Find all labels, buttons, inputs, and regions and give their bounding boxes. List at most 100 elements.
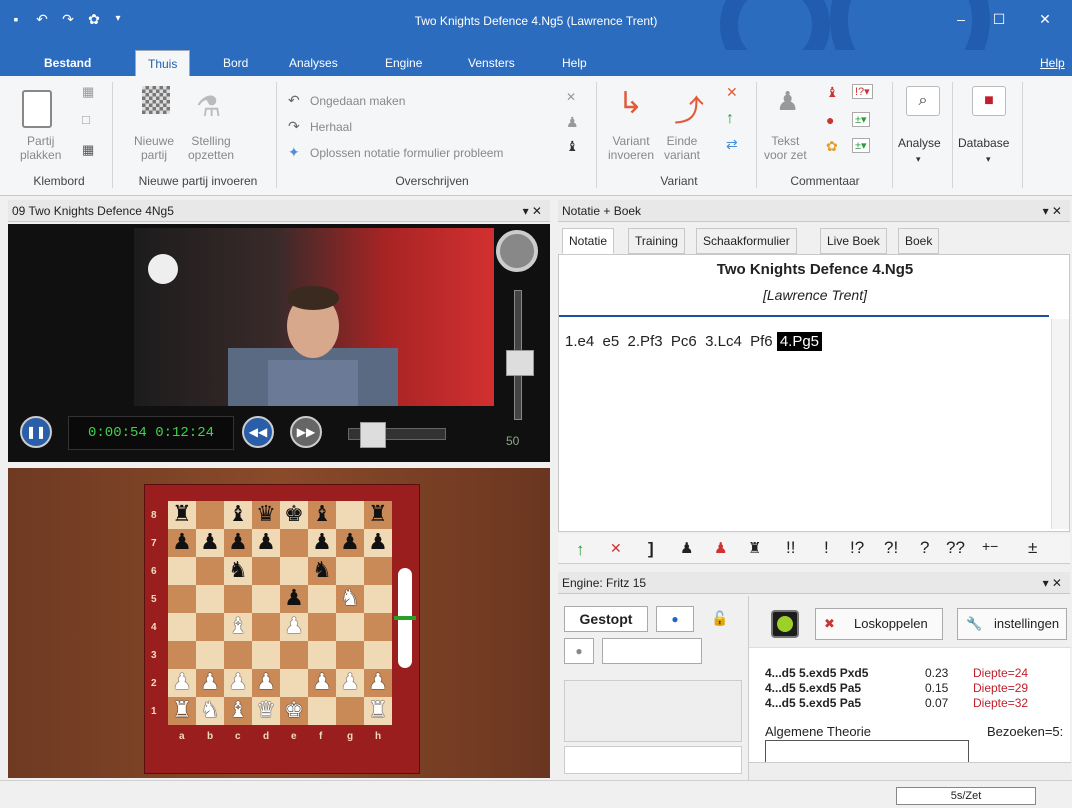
- position-annotation-dropdown[interactable]: ±▾: [852, 112, 870, 127]
- board-square[interactable]: ♝: [308, 501, 336, 529]
- notation-view[interactable]: Two Knights Defence 4.Ng5 [Lawrence Tren…: [558, 254, 1070, 532]
- annotation-mistake[interactable]: ?: [920, 538, 929, 558]
- annotation-dubious[interactable]: ?!: [884, 538, 898, 558]
- board-square[interactable]: ♞: [308, 557, 336, 585]
- undo-button[interactable]: Ongedaan maken: [310, 94, 405, 108]
- board-square[interactable]: ♟: [280, 585, 308, 613]
- piece-icon[interactable]: ♝: [566, 138, 579, 155]
- board-square[interactable]: [308, 697, 336, 725]
- black-pawn-icon[interactable]: ♟: [284, 586, 304, 611]
- black-knight-icon[interactable]: ♞: [228, 558, 248, 583]
- setup-position-icon[interactable]: ⚗: [196, 90, 221, 123]
- menu-bestand[interactable]: Bestand: [44, 56, 91, 70]
- engine-line[interactable]: 4...d5 5.exd5 Pa5 0.15 Diepte=29: [765, 681, 1065, 696]
- variant-insert-icon[interactable]: ↳: [618, 86, 643, 121]
- board-copy-icon[interactable]: ▦: [82, 142, 94, 158]
- black-pawn-icon[interactable]: ♟: [340, 530, 360, 555]
- board-square[interactable]: [196, 641, 224, 669]
- board-square[interactable]: ♟: [196, 529, 224, 557]
- white-pawn-icon[interactable]: ♟: [200, 670, 220, 695]
- current-move[interactable]: 4.Pg5: [776, 332, 823, 351]
- board-square[interactable]: ♟: [336, 669, 364, 697]
- annotation-icon[interactable]: ♝: [826, 84, 839, 101]
- board-square[interactable]: [364, 641, 392, 669]
- tab-boek[interactable]: Boek: [898, 228, 940, 254]
- white-pawn-icon[interactable]: ♟: [312, 670, 332, 695]
- video-player[interactable]: 50 ❚❚ 0:00:54 0:12:24 ◀◀ ▶▶: [8, 224, 550, 462]
- black-pawn-icon[interactable]: ♟: [256, 530, 276, 555]
- seek-thumb[interactable]: [360, 422, 386, 448]
- database-dropdown-icon[interactable]: ▾: [986, 152, 991, 166]
- loskoppelen-button[interactable]: ✖ Loskoppelen: [815, 608, 943, 640]
- board-square[interactable]: [196, 557, 224, 585]
- board-square[interactable]: [168, 585, 196, 613]
- swap-variant-icon[interactable]: ⇄: [726, 136, 738, 153]
- engine-h-scrollbar[interactable]: [749, 762, 1071, 780]
- board-square[interactable]: [336, 557, 364, 585]
- board-square[interactable]: ♝: [224, 697, 252, 725]
- rewind-icon[interactable]: ◀◀: [242, 416, 274, 448]
- board-square[interactable]: ♛: [252, 501, 280, 529]
- engine-line[interactable]: 4...d5 5.exd5 Pa5 0.07 Diepte=32: [765, 696, 1065, 711]
- tab-live-boek[interactable]: Live Boek: [820, 228, 887, 254]
- tekst-voor-zet-button[interactable]: Tekst voor zet: [764, 134, 807, 162]
- analyse-dropdown-icon[interactable]: ▾: [916, 152, 921, 166]
- white-pawn-icon[interactable]: ♟: [172, 670, 192, 695]
- text-before-move-icon[interactable]: ♟: [776, 86, 799, 117]
- board-square[interactable]: ♟: [252, 529, 280, 557]
- black-pawn-icon[interactable]: ♟: [172, 530, 192, 555]
- tab-notatie[interactable]: Notatie: [562, 228, 615, 254]
- board-square[interactable]: [336, 697, 364, 725]
- delete-icon[interactable]: ✕: [610, 540, 622, 557]
- black-pawn-icon[interactable]: ♟: [312, 530, 332, 555]
- board-square[interactable]: [308, 641, 336, 669]
- pause-icon[interactable]: ❚❚: [20, 416, 52, 448]
- black-pawn-icon[interactable]: ♟: [200, 530, 220, 555]
- white-queen-icon[interactable]: ♛: [256, 698, 276, 723]
- maximize-button[interactable]: ☐: [984, 8, 1014, 30]
- board-square[interactable]: [364, 613, 392, 641]
- white-pawn-icon[interactable]: ♟: [284, 614, 304, 639]
- help-link[interactable]: Help: [1040, 56, 1065, 70]
- white-knight-icon[interactable]: ♞: [200, 698, 220, 723]
- white-pawn-icon[interactable]: ♟: [368, 670, 388, 695]
- copy-icon[interactable]: ▦: [82, 84, 94, 100]
- annotation-brilliant[interactable]: !!: [786, 538, 795, 558]
- notation-scrollbar[interactable]: [1051, 319, 1069, 529]
- tab-schaakformulier[interactable]: Schaakformulier: [696, 228, 797, 254]
- board-square[interactable]: [196, 613, 224, 641]
- white-pawn-icon[interactable]: ♟: [340, 670, 360, 695]
- arrow-annotation-icon[interactable]: ●: [826, 112, 834, 128]
- promote-icon[interactable]: ↑: [576, 540, 585, 560]
- board-square[interactable]: [252, 641, 280, 669]
- board-square[interactable]: ♞: [196, 697, 224, 725]
- board-square[interactable]: ♞: [336, 585, 364, 613]
- board-square[interactable]: ♝: [224, 501, 252, 529]
- black-pawn-icon[interactable]: ♟: [368, 530, 388, 555]
- einde-variant-button[interactable]: Einde variant: [664, 134, 700, 162]
- pieces-icon[interactable]: ♜: [748, 539, 761, 557]
- board-square[interactable]: ♜: [168, 697, 196, 725]
- black-bishop-icon[interactable]: ♝: [228, 502, 248, 527]
- board-square[interactable]: ♛: [252, 697, 280, 725]
- white-king-icon[interactable]: ♚: [284, 698, 304, 723]
- board-square[interactable]: ♟: [308, 529, 336, 557]
- board-square[interactable]: ♝: [224, 613, 252, 641]
- promote-variant-icon[interactable]: ↑: [726, 110, 734, 128]
- board-square[interactable]: ♟: [364, 529, 392, 557]
- board-square[interactable]: [168, 613, 196, 641]
- close-button[interactable]: ✕: [1030, 8, 1060, 30]
- white-bishop-icon[interactable]: ♝: [228, 698, 248, 723]
- page-icon[interactable]: □: [82, 112, 90, 127]
- board-square[interactable]: [364, 585, 392, 613]
- tab-training[interactable]: Training: [628, 228, 685, 254]
- variant-invoeren-button[interactable]: Variant invoeren: [608, 134, 654, 162]
- panel-menu-close-icon[interactable]: ▾ ✕: [523, 200, 542, 222]
- menu-bord[interactable]: Bord: [223, 56, 248, 70]
- forward-icon[interactable]: ▶▶: [290, 416, 322, 448]
- black-queen-icon[interactable]: ♛: [256, 502, 276, 527]
- board-square[interactable]: [196, 585, 224, 613]
- nieuwe-partij-button[interactable]: Nieuwe partij: [134, 134, 174, 162]
- board-square[interactable]: ♜: [364, 501, 392, 529]
- board-square[interactable]: [280, 669, 308, 697]
